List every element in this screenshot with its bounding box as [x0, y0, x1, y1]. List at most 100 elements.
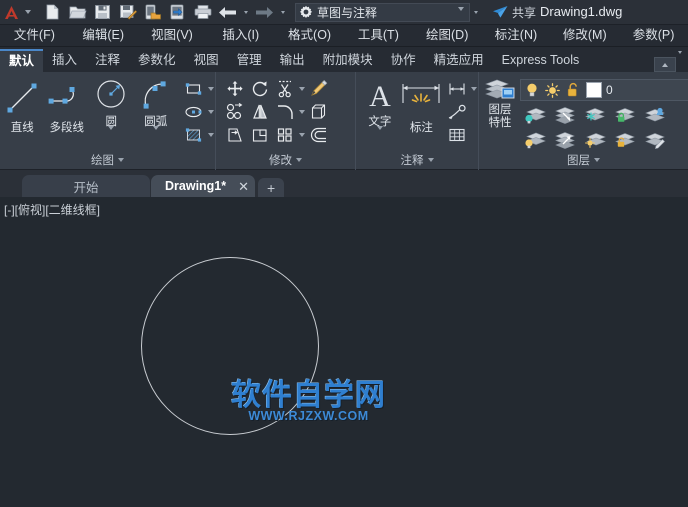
undo-dropdown-arrow-icon[interactable] — [240, 0, 252, 25]
panel-layers-expand-arrow-icon[interactable] — [594, 158, 600, 162]
panel-modify-expand-arrow-icon[interactable] — [296, 158, 302, 162]
panel-annotation-expand-arrow-icon[interactable] — [427, 158, 434, 162]
layer-lock-icon[interactable] — [610, 103, 640, 127]
leader-icon[interactable] — [444, 100, 469, 123]
sun-icon[interactable] — [542, 79, 563, 101]
panel-modify-title[interactable]: 修改 — [216, 152, 355, 168]
lightbulb-on-icon[interactable] — [521, 79, 542, 101]
redo-icon[interactable] — [252, 0, 277, 25]
menu-tools[interactable]: 工具(T) — [344, 25, 413, 46]
scale-icon[interactable] — [247, 123, 272, 146]
ribbon-minimize-dropdown-arrow-icon[interactable] — [678, 51, 682, 72]
move-icon[interactable] — [222, 77, 247, 100]
menu-modify[interactable]: 修改(M) — [550, 25, 619, 46]
menu-edit[interactable]: 编辑(E) — [69, 25, 138, 46]
menu-format[interactable]: 格式(O) — [275, 25, 344, 46]
new-drawing-icon[interactable] — [40, 0, 65, 25]
ribbon-minimize-button[interactable] — [654, 57, 676, 72]
panel-draw-expand-arrow-icon[interactable] — [118, 158, 124, 162]
layer-unlock-icon[interactable] — [610, 128, 640, 152]
tab-insert[interactable]: 插入 — [43, 48, 86, 72]
layer-set-current-icon[interactable] — [640, 103, 670, 127]
table-icon[interactable] — [444, 123, 469, 146]
save-as-icon[interactable] — [115, 0, 140, 25]
dimension-style-icon[interactable] — [444, 77, 469, 100]
hatch-icon[interactable] — [181, 123, 206, 146]
menu-parametric[interactable]: 参数(P) — [619, 25, 688, 46]
layer-isolate-icon[interactable] — [520, 103, 550, 127]
workspace-selector[interactable]: 草图与注释 — [295, 2, 470, 28]
tab-annotate[interactable]: 注释 — [86, 48, 129, 72]
workspace-more-arrow-icon[interactable] — [470, 0, 482, 25]
plot-icon[interactable] — [190, 0, 215, 25]
layer-properties-button[interactable]: 图层 特性 — [483, 76, 517, 146]
tab-view[interactable]: 视图 — [185, 48, 228, 72]
ellipse-icon[interactable] — [181, 100, 206, 123]
tab-collaborate[interactable]: 协作 — [382, 48, 425, 72]
panel-draw-title[interactable]: 绘图 — [0, 152, 215, 168]
layer-color-swatch[interactable] — [586, 82, 602, 98]
layer-match-icon[interactable] — [640, 128, 670, 152]
copy-icon[interactable] — [222, 100, 247, 123]
tab-output[interactable]: 输出 — [271, 48, 314, 72]
layer-unisolate-icon[interactable] — [550, 128, 580, 152]
menu-draw[interactable]: 绘图(D) — [413, 25, 482, 46]
annotation-text-dropdown-arrow-icon[interactable] — [376, 126, 383, 148]
autocad-logo-icon[interactable] — [0, 0, 22, 25]
redo-dropdown-arrow-icon[interactable] — [277, 0, 289, 25]
layer-freeze-icon[interactable] — [580, 103, 610, 127]
layer-off-icon[interactable] — [550, 103, 580, 127]
explode-icon[interactable] — [306, 100, 331, 123]
erase-icon[interactable] — [306, 77, 331, 100]
tab-manage[interactable]: 管理 — [228, 48, 271, 72]
trim-icon[interactable] — [272, 77, 297, 100]
draw-arc-dropdown-arrow-icon[interactable] — [152, 126, 159, 148]
offset-icon[interactable] — [306, 123, 331, 146]
array-icon[interactable] — [272, 123, 297, 146]
tab-featured-apps[interactable]: 精选应用 — [425, 48, 493, 72]
save-icon[interactable] — [90, 0, 115, 25]
rectangle-icon[interactable] — [181, 77, 206, 100]
fillet-dropdown-arrow-icon[interactable] — [297, 100, 306, 123]
fillet-icon[interactable] — [272, 100, 297, 123]
menu-view[interactable]: 视图(V) — [138, 25, 207, 46]
logo-dropdown-arrow-icon[interactable] — [22, 0, 34, 25]
mirror-icon[interactable] — [247, 100, 272, 123]
layer-thaw-all-icon[interactable] — [580, 128, 610, 152]
close-icon[interactable]: ✕ — [238, 180, 249, 193]
tab-parametric[interactable]: 参数化 — [129, 48, 185, 72]
trim-dropdown-arrow-icon[interactable] — [297, 77, 306, 100]
share-button[interactable]: 共享 — [492, 4, 536, 21]
draw-arc-button[interactable]: 圆弧 — [134, 76, 179, 148]
undo-icon[interactable] — [215, 0, 240, 25]
draw-line-button[interactable]: 直线 — [0, 76, 45, 146]
save-to-web-icon[interactable] — [165, 0, 190, 25]
drawing-canvas[interactable]: [-][俯视][二维线框] 软件自学网 WWW.RJZXW.COM — [0, 197, 688, 507]
current-layer-control[interactable]: 0 — [520, 79, 688, 101]
stretch-icon[interactable] — [222, 123, 247, 146]
open-drawing-icon[interactable] — [65, 0, 90, 25]
tab-start[interactable]: 开始 — [22, 175, 150, 197]
panel-layers-title[interactable]: 图层 — [479, 152, 688, 168]
tab-addins[interactable]: 附加模块 — [314, 48, 382, 72]
tab-home[interactable]: 默认 — [0, 49, 44, 72]
viewport-label[interactable]: [-][俯视][二维线框] — [4, 201, 100, 218]
layer-turn-all-on-icon[interactable] — [520, 128, 550, 152]
draw-polyline-button[interactable]: 多段线 — [45, 76, 90, 146]
menu-insert[interactable]: 插入(I) — [206, 25, 275, 46]
open-from-web-icon[interactable] — [140, 0, 165, 25]
ellipse-dropdown-arrow-icon[interactable] — [206, 100, 215, 123]
tab-express-tools[interactable]: Express Tools — [493, 48, 589, 72]
menu-dimension[interactable]: 标注(N) — [482, 25, 551, 46]
annotation-dimension-button[interactable]: 标注 — [400, 76, 443, 146]
draw-circle-button[interactable]: 圆 — [89, 76, 134, 148]
panel-annotation-title[interactable]: 注释 — [356, 152, 478, 168]
rectangle-dropdown-arrow-icon[interactable] — [206, 77, 215, 100]
annotation-text-button[interactable]: A 文字 — [360, 76, 400, 148]
dimension-style-dropdown-arrow-icon[interactable] — [469, 77, 478, 100]
menu-file[interactable]: 文件(F) — [0, 25, 69, 46]
tab-drawing1[interactable]: Drawing1* ✕ — [151, 175, 256, 197]
new-tab-button[interactable]: + — [258, 178, 285, 197]
draw-circle-dropdown-arrow-icon[interactable] — [108, 126, 115, 148]
hatch-dropdown-arrow-icon[interactable] — [206, 123, 215, 146]
